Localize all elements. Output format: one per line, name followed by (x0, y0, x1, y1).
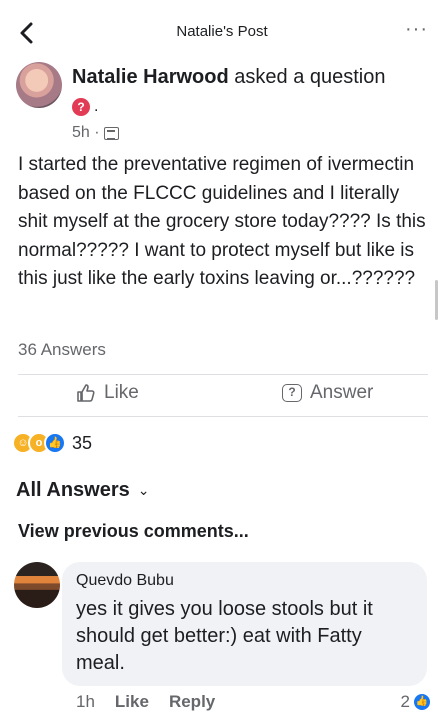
answers-count[interactable]: 36 Answers (18, 340, 106, 360)
comment-time: 1h (76, 692, 95, 711)
author-name[interactable]: Natalie Harwood (72, 66, 229, 88)
author-action: asked a question (234, 66, 386, 88)
comment-like-button[interactable]: Like (115, 692, 149, 712)
top-bar: Natalie's Post ··· (0, 0, 444, 66)
post-meta: 5h · (72, 124, 119, 142)
badge-separator: . (94, 98, 99, 115)
thumbs-up-icon (77, 384, 95, 402)
comment-actions: 1h Like Reply (76, 692, 215, 712)
question-badge-icon: ? (72, 98, 90, 116)
comment-text: yes it gives you loose stools but it sho… (76, 598, 373, 674)
answer-button[interactable]: ? Answer (282, 382, 373, 404)
answer-icon: ? (282, 384, 302, 402)
comment-reactions[interactable]: 2 👍 (401, 692, 430, 712)
all-answers-dropdown[interactable]: All Answers ⌄ (16, 479, 149, 502)
comment-reply-button[interactable]: Reply (169, 692, 215, 712)
commenter-avatar[interactable] (14, 562, 60, 608)
author-line: Natalie Harwood asked a question (72, 66, 386, 89)
all-answers-label: All Answers (16, 479, 130, 501)
commenter-name[interactable]: Quevdo Bubu (76, 572, 174, 590)
group-audience-icon (103, 126, 119, 140)
answer-label: Answer (310, 382, 374, 403)
post-body: I started the preventative regimen of iv… (18, 154, 426, 289)
divider (18, 374, 428, 375)
like-button[interactable]: Like (76, 382, 139, 404)
more-options-icon[interactable]: ··· (405, 18, 428, 41)
action-bar: Like ? Answer (0, 382, 444, 412)
divider (18, 416, 428, 417)
author-avatar[interactable] (16, 62, 62, 108)
view-previous-comments[interactable]: View previous comments... (18, 521, 249, 542)
post-header: Natalie Harwood asked a question ? . 5h … (16, 62, 436, 142)
like-reaction-icon: 👍 (414, 694, 430, 710)
like-label: Like (104, 382, 139, 403)
like-reaction-icon: 👍 (44, 432, 66, 454)
reactions-summary[interactable]: ☺ o 👍 35 (12, 432, 92, 454)
post-time[interactable]: 5h · (72, 124, 100, 142)
comment-bubble: Quevdo Bubu yes it gives you loose stool… (62, 562, 427, 686)
reactions-count: 35 (72, 432, 93, 453)
comment-reaction-count: 2 (400, 692, 410, 711)
page-title: Natalie's Post (176, 23, 268, 40)
scrollbar[interactable] (435, 280, 438, 320)
chevron-down-icon: ⌄ (137, 482, 150, 498)
